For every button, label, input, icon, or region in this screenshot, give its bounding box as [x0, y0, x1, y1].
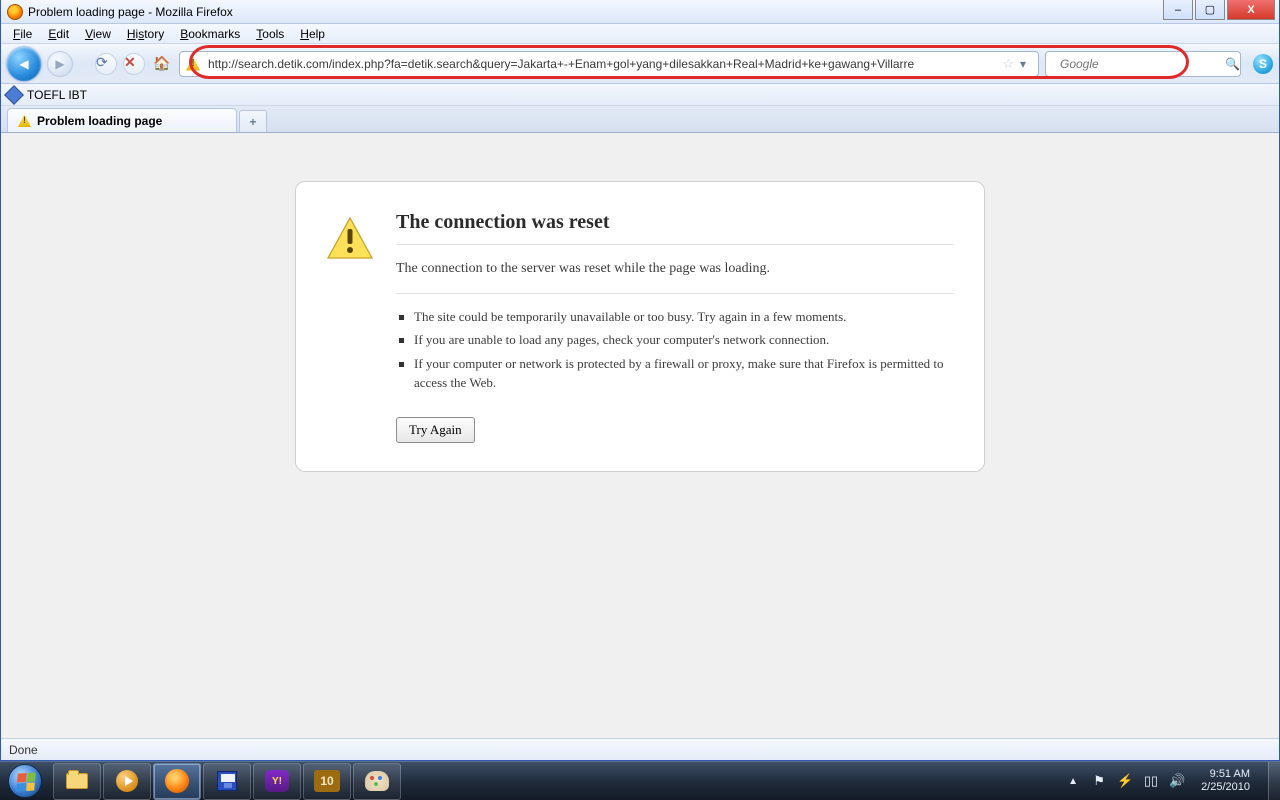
search-input[interactable]: [1058, 56, 1219, 72]
window-controls: – ▢ X: [1163, 0, 1275, 20]
home-icon: 🏠: [153, 55, 170, 72]
warning-triangle-icon: [326, 216, 374, 260]
network-icon[interactable]: ▯▯: [1143, 773, 1159, 789]
stop-button[interactable]: ✕: [123, 53, 145, 75]
new-tab-button[interactable]: +: [239, 110, 267, 132]
folder-icon: [66, 773, 88, 789]
home-button[interactable]: 🏠: [151, 53, 173, 75]
taskbar-clock[interactable]: 9:51 AM 2/25/2010: [1195, 768, 1258, 794]
bookmarks-toolbar: TOEFL IBT: [1, 84, 1279, 106]
error-description: The connection to the server was reset w…: [396, 259, 954, 294]
power-icon[interactable]: ⚡: [1117, 773, 1133, 789]
page-content: The connection was reset The connection …: [1, 133, 1279, 738]
arrow-right-icon: ▶: [55, 57, 64, 71]
plus-icon: +: [249, 115, 256, 129]
menu-view[interactable]: View: [77, 25, 119, 43]
error-container: The connection was reset The connection …: [295, 181, 985, 472]
taskbar-buttons: Y! 10: [53, 763, 401, 800]
clock-date: 2/25/2010: [1201, 781, 1250, 794]
menu-tools[interactable]: Tools: [248, 25, 292, 43]
paint-icon: [365, 771, 389, 791]
warning-icon: [186, 57, 200, 71]
url-input[interactable]: [206, 56, 996, 72]
search-icon[interactable]: 🔍: [1225, 57, 1240, 71]
warning-icon: [18, 114, 31, 127]
forward-button[interactable]: ▶: [47, 51, 73, 77]
minimize-button[interactable]: –: [1163, 0, 1193, 20]
taskbar-media-player[interactable]: [103, 763, 151, 800]
show-desktop-button[interactable]: [1268, 762, 1280, 800]
arrow-left-icon: ◀: [19, 57, 28, 71]
try-again-button[interactable]: Try Again: [396, 417, 475, 443]
tab-active[interactable]: Problem loading page: [7, 108, 237, 132]
address-bar[interactable]: ☆ ▾: [179, 51, 1039, 77]
reload-button[interactable]: ⟳: [95, 53, 117, 75]
status-text: Done: [9, 743, 38, 757]
url-dropdown-icon[interactable]: ▾: [1020, 57, 1032, 71]
menu-help[interactable]: Help: [292, 25, 333, 43]
error-suggestion: If you are unable to load any pages, che…: [396, 331, 954, 350]
windows-taskbar: Y! 10 ▲ ⚑ ⚡ ▯▯ 🔊 9:51 AM 2/25/2010: [0, 761, 1280, 800]
reload-icon: ⟳: [96, 54, 108, 70]
back-button[interactable]: ◀: [7, 47, 41, 81]
floppy-icon: [217, 771, 237, 791]
search-box[interactable]: 🔍: [1045, 51, 1241, 77]
window-titlebar[interactable]: Problem loading page - Mozilla Firefox: [1, 0, 1279, 24]
tray-overflow-icon[interactable]: ▲: [1065, 773, 1081, 789]
yahoo-icon: Y!: [265, 770, 289, 792]
navigation-toolbar: ◀ ▶ ⟳ ✕ 🏠 ☆ ▾ 🔍 S: [1, 44, 1279, 84]
taskbar-paint[interactable]: [353, 763, 401, 800]
start-button[interactable]: [0, 762, 49, 800]
status-bar: Done: [1, 738, 1279, 760]
taskbar-yahoo-messenger[interactable]: Y!: [253, 763, 301, 800]
close-window-button[interactable]: X: [1227, 0, 1275, 20]
stop-icon: ✕: [124, 54, 136, 70]
error-suggestion: The site could be temporarily unavailabl…: [396, 308, 954, 327]
firefox-window: Problem loading page - Mozilla Firefox –…: [0, 0, 1280, 761]
volume-icon[interactable]: 🔊: [1169, 773, 1185, 789]
menu-bookmarks[interactable]: Bookmarks: [172, 25, 248, 43]
taskbar-game[interactable]: 10: [303, 763, 351, 800]
clock-time: 9:51 AM: [1201, 768, 1250, 781]
error-body: The connection was reset The connection …: [396, 210, 954, 443]
bookmark-favicon-icon: [4, 85, 24, 105]
error-heading: The connection was reset: [396, 210, 954, 245]
taskbar-firefox[interactable]: [153, 763, 201, 800]
skype-icon[interactable]: S: [1253, 54, 1273, 74]
window-title: Problem loading page - Mozilla Firefox: [28, 5, 233, 19]
bookmark-star-icon[interactable]: ☆: [1002, 56, 1014, 72]
menu-edit[interactable]: Edit: [40, 25, 77, 43]
taskbar-explorer[interactable]: [53, 763, 101, 800]
menu-file[interactable]: File: [5, 25, 40, 43]
bookmark-toefl[interactable]: TOEFL IBT: [27, 88, 87, 102]
action-center-icon[interactable]: ⚑: [1091, 773, 1107, 789]
system-tray: ▲ ⚑ ⚡ ▯▯ 🔊 9:51 AM 2/25/2010: [1065, 762, 1280, 800]
maximize-button[interactable]: ▢: [1195, 0, 1225, 20]
media-player-icon: [116, 770, 138, 792]
error-suggestion: If your computer or network is protected…: [396, 355, 954, 393]
taskbar-save[interactable]: [203, 763, 251, 800]
error-suggestion-list: The site could be temporarily unavailabl…: [396, 308, 954, 393]
firefox-icon: [165, 769, 189, 793]
tab-strip: Problem loading page +: [1, 106, 1279, 133]
menu-history[interactable]: History: [119, 25, 172, 43]
menubar: File Edit View History Bookmarks Tools H…: [1, 24, 1279, 44]
game-icon: 10: [314, 770, 340, 792]
firefox-icon: [7, 4, 23, 20]
tab-label: Problem loading page: [37, 114, 162, 128]
